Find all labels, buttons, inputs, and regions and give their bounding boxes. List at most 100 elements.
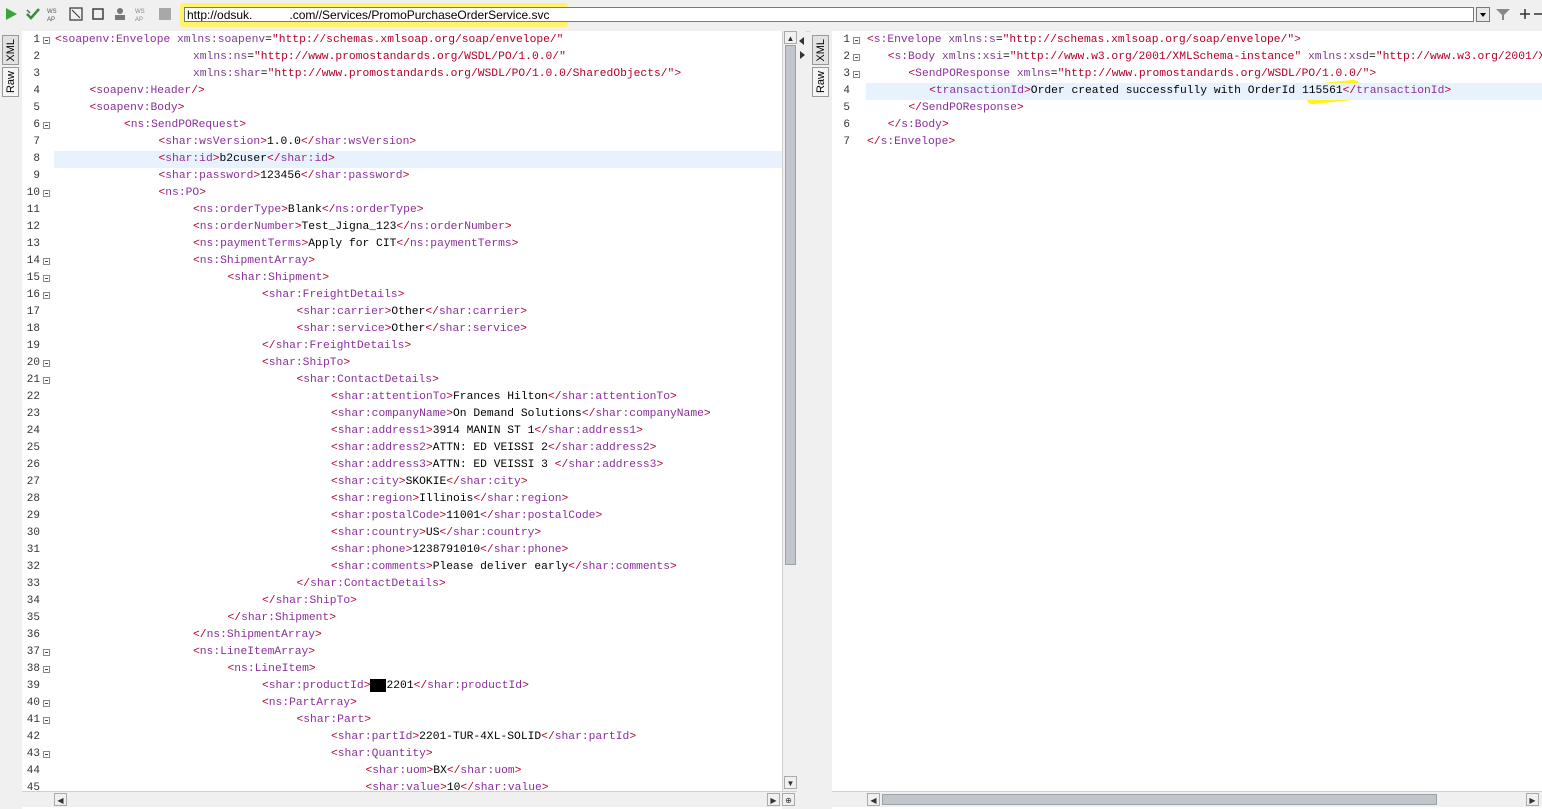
code-line: </s:Envelope> [867,136,956,148]
request-vertical-scrollbar[interactable]: ▲ ▼ [782,31,798,791]
validate-icon[interactable] [25,6,41,22]
fold-toggle-icon[interactable] [43,37,50,44]
request-editor[interactable]: 1 <soapenv:Envelope xmlns:soapenv="http:/… [22,31,782,809]
stop-icon[interactable] [90,6,106,22]
fold-toggle-icon[interactable] [43,190,50,197]
fold-toggle-icon[interactable] [43,649,50,656]
fold-toggle-icon[interactable] [43,751,50,758]
scroll-right-arrow-icon[interactable]: ▶ [1526,793,1539,806]
fold-toggle-icon[interactable] [43,700,50,707]
line-number: 3 [33,68,40,80]
code-line: <shar:Shipment> [227,272,330,284]
code-line: <shar:id>b2cuser</shar:id> [158,153,335,165]
line-number: 6 [843,119,850,131]
endpoint-url-input[interactable]: http://odsuk. .com//Services/PromoPurchas… [184,7,1474,22]
code-line: <shar:region>Illinois</shar:region> [331,493,569,505]
scroll-thumb[interactable] [785,45,796,565]
scroll-left-arrow-icon[interactable]: ◀ [54,793,67,806]
line-number: 21 [26,374,40,386]
code-line: <ns:paymentTerms>Apply for CIT</ns:payme… [193,238,519,250]
code-line: <shar:ContactDetails> [296,374,439,386]
line-number: 18 [26,323,40,335]
code-line: <shar:value>10</shar:value> [365,782,549,791]
fold-toggle-icon[interactable] [43,360,50,367]
line-number: 25 [26,442,40,454]
request-horizontal-scrollbar[interactable]: ◀ ▶ ⊕ [22,791,797,807]
scroll-thumb[interactable] [882,794,1437,805]
scroll-right-arrow-icon[interactable]: ▶ [767,793,780,806]
filter-icon[interactable] [1495,6,1511,22]
request-code-area[interactable]: 1 <soapenv:Envelope xmlns:soapenv="http:/… [22,31,782,791]
add-icon[interactable] [1517,6,1533,22]
user-icon[interactable] [112,6,128,22]
fold-toggle-icon[interactable] [43,275,50,282]
tab-request-xml[interactable]: XML [2,35,19,65]
code-line: <shar:FreightDetails> [262,289,405,301]
line-number: 15 [26,272,40,284]
tab-request-raw[interactable]: Raw [2,67,19,97]
fold-toggle-icon[interactable] [43,377,50,384]
svg-text:WS: WS [47,9,57,15]
ws-a-icon[interactable]: WS AP [46,6,62,22]
fold-toggle-icon[interactable] [853,71,860,78]
scroll-left-arrow-icon[interactable]: ◀ [867,793,880,806]
fold-toggle-icon[interactable] [43,292,50,299]
run-icon[interactable] [3,6,19,22]
code-line: <shar:productId> 2201</shar:productId> [262,678,529,692]
url-suffix: .com//Services/PromoPurchaseOrderService… [289,8,550,22]
line-number: 20 [26,357,40,369]
tab-response-xml[interactable]: XML [812,35,829,65]
fold-toggle-icon[interactable] [43,122,50,129]
code-line: <shar:country>US</shar:country> [331,527,542,539]
line-number: 24 [26,425,40,437]
code-line: xmlns:shar="http://www.promostandards.or… [193,68,682,80]
code-line: <shar:service>Other</shar:service> [296,323,528,335]
line-number: 34 [26,595,40,607]
code-line: <shar:attentionTo>Frances Hilton</shar:a… [331,391,677,403]
minus-icon[interactable] [1533,6,1542,22]
line-number: 35 [26,612,40,624]
fold-toggle-icon[interactable] [853,54,860,61]
code-line: <shar:ShipTo> [262,357,351,369]
code-line: <shar:comments>Please deliver early</sha… [331,561,677,573]
tab-label: XML [4,38,17,62]
svg-text:AP: AP [135,17,143,22]
code-line: </shar:ContactDetails> [296,578,446,590]
code-line: <shar:postalCode>11001</shar:postalCode> [331,510,603,522]
zoom-icon[interactable]: ⊕ [782,793,795,806]
line-number: 43 [26,748,40,760]
code-line: <ns:SendPORequest> [124,119,247,131]
tab-response-raw[interactable]: Raw [812,67,829,97]
code-line: <shar:uom>BX</shar:uom> [365,765,522,777]
fold-toggle-icon[interactable] [43,717,50,724]
line-number: 11 [26,204,40,216]
url-dropdown-button[interactable] [1476,7,1490,22]
code-line: <shar:companyName>On Demand Solutions</s… [331,408,711,420]
line-number: 22 [26,391,40,403]
response-code-area[interactable]: 1 <s:Envelope xmlns:s="http://schemas.xml… [832,31,1542,791]
square-icon[interactable] [157,6,173,22]
line-number: 12 [26,221,40,233]
response-horizontal-scrollbar[interactable]: ◀ ▶ [832,791,1542,807]
code-line: </shar:FreightDetails> [262,340,412,352]
splitter[interactable] [798,31,806,809]
resize-icon[interactable] [68,6,84,22]
code-line: </shar:ShipTo> [262,595,357,607]
fold-toggle-icon[interactable] [853,37,860,44]
code-line: <s:Body xmlns:xsi="http://www.w3.org/200… [887,51,1542,63]
fold-toggle-icon[interactable] [43,258,50,265]
line-number: 7 [843,136,850,148]
line-number: 23 [26,408,40,420]
ws-a2-icon[interactable]: WS AP [134,6,150,22]
toolbar: WS AP WS AP http://odsuk. .com//Services/Pr… [0,0,1542,32]
fold-toggle-icon[interactable] [43,666,50,673]
svg-text:WS: WS [135,9,145,15]
line-number: 3 [843,68,850,80]
request-view-tabs: XML Raw [0,31,22,809]
code-line: <shar:address3>ATTN: ED VEISSI 3 </shar:… [331,459,664,471]
scroll-down-arrow-icon[interactable]: ▼ [784,776,797,789]
code-line: <shar:partId>2201-TUR-4XL-SOLID</shar:pa… [331,731,637,743]
scroll-up-arrow-icon[interactable]: ▲ [784,31,797,44]
line-number: 30 [26,527,40,539]
response-editor[interactable]: 1 <s:Envelope xmlns:s="http://schemas.xml… [832,31,1542,809]
